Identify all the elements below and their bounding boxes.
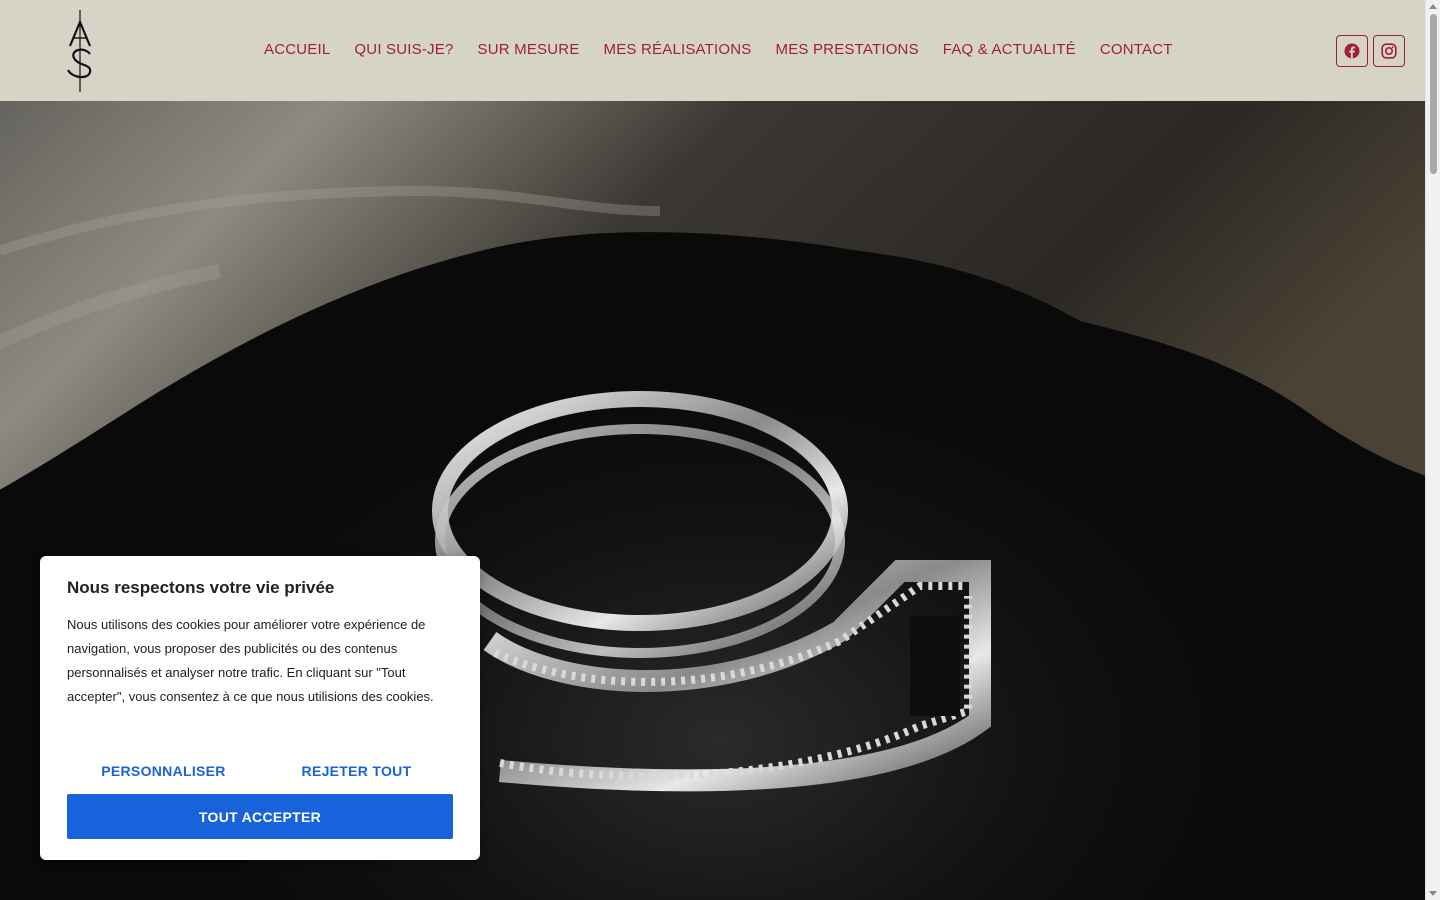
- nav-item-contact[interactable]: CONTACT: [1100, 39, 1173, 61]
- cookie-consent-banner: Nous respectons votre vie privée Nous ut…: [40, 556, 480, 860]
- cookie-title: Nous respectons votre vie privée: [67, 578, 335, 597]
- instagram-icon: [1381, 43, 1397, 59]
- site-logo[interactable]: [62, 8, 102, 94]
- reject-all-button[interactable]: REJETER TOUT: [260, 759, 453, 783]
- site-header: ACCUEIL QUI SUIS-JE? SUR MESURE MES RÉAL…: [0, 0, 1425, 101]
- nav-item-mes-prestations[interactable]: MES PRESTATIONS: [776, 39, 919, 61]
- facebook-button[interactable]: [1336, 35, 1368, 67]
- main-nav: ACCUEIL QUI SUIS-JE? SUR MESURE MES RÉAL…: [264, 39, 1197, 61]
- customize-button[interactable]: PERSONNALISER: [67, 759, 260, 783]
- nav-item-mes-realisations[interactable]: MES RÉALISATIONS: [604, 39, 752, 61]
- nav-item-qui-suis-je[interactable]: QUI SUIS-JE?: [354, 39, 453, 61]
- page-scrollbar[interactable]: [1425, 0, 1440, 900]
- accept-all-button[interactable]: TOUT ACCEPTER: [67, 794, 453, 839]
- nav-item-faq-actualite[interactable]: FAQ & ACTUALITÉ: [943, 39, 1076, 61]
- nav-item-accueil[interactable]: ACCUEIL: [264, 39, 330, 61]
- as-monogram-logo-icon: [67, 10, 92, 92]
- facebook-icon: [1344, 43, 1360, 59]
- instagram-button[interactable]: [1373, 35, 1405, 67]
- scroll-down-arrow-icon[interactable]: [1429, 891, 1437, 896]
- nav-item-sur-mesure[interactable]: SUR MESURE: [478, 39, 580, 61]
- diamond-ring: [432, 391, 991, 792]
- cookie-text: Nous utilisons des cookies pour améliore…: [67, 617, 434, 704]
- scroll-up-arrow-icon[interactable]: [1429, 4, 1437, 9]
- scrollbar-thumb[interactable]: [1430, 14, 1437, 174]
